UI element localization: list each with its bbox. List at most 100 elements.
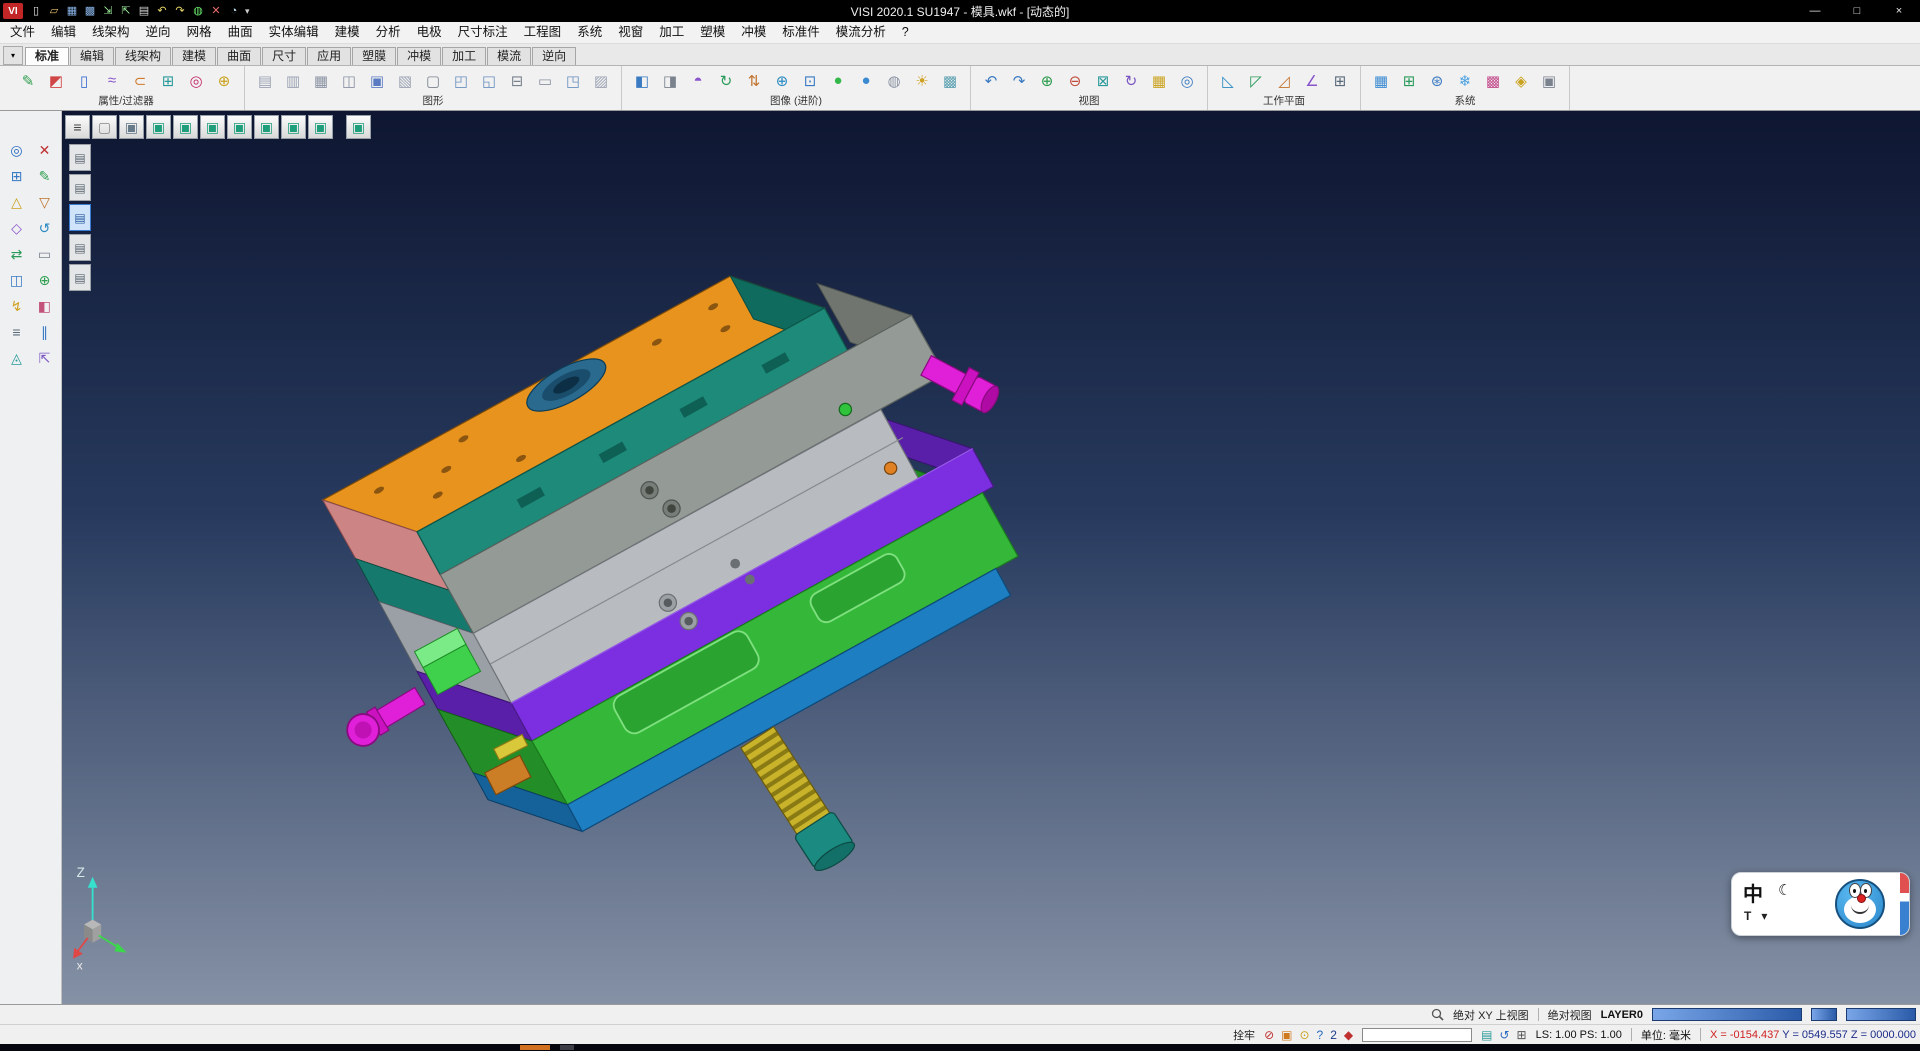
magnet-filter-icon[interactable]: ⊂ [127,68,153,94]
menu-item[interactable]: 逆向 [138,22,179,43]
tab-modeling[interactable]: 建模 [172,47,216,65]
ortho-icon[interactable]: ▣ [1281,1028,1292,1042]
tab-dropdown[interactable]: ▾ [3,46,23,65]
color-filter-icon[interactable]: ◩ [43,68,69,94]
sphere-smooth-icon[interactable]: ● [853,68,879,94]
redo-icon[interactable]: ↷ [172,3,188,19]
doc-outline-icon[interactable]: ▢ [420,68,446,94]
absolute-view-label[interactable]: 绝对视图 [1548,1007,1592,1023]
lightning-icon[interactable]: ↯ [6,295,28,317]
ungroup-icon[interactable]: ◱ [476,68,502,94]
import-icon[interactable]: ⇲ [100,3,116,19]
moon-icon[interactable]: ☾ [1778,881,1791,899]
view-wireframe-icon[interactable]: ▢ [92,115,117,139]
open-folder-icon[interactable]: ▱ [46,3,62,19]
menu-item[interactable]: 编辑 [43,22,84,43]
view-rotate-icon[interactable]: ↻ [1118,68,1144,94]
view-top-icon[interactable]: ▣ [173,115,198,139]
view-front-icon[interactable]: ▣ [200,115,225,139]
swap-icon[interactable]: ⇄ [6,243,28,265]
workplane-entity-icon[interactable]: ◿ [1271,68,1297,94]
pan-view-icon[interactable]: ⇅ [741,68,767,94]
triangle-up-icon[interactable]: △ [6,191,28,213]
menu-item[interactable]: 冲模 [733,22,774,43]
attributes-icon[interactable]: ✎ [15,68,41,94]
view-mode-label[interactable]: 绝对 XY 上视图 [1453,1007,1529,1023]
group-icon[interactable]: ◰ [448,68,474,94]
menu-item[interactable]: 文件 [2,22,43,43]
undo-rotate-icon[interactable]: ↺ [34,217,56,239]
add-filter-icon[interactable]: ⊕ [211,68,237,94]
clipboard-copy-icon[interactable]: ▤ [252,68,278,94]
view-next-icon[interactable]: ↷ [1006,68,1032,94]
list-icon[interactable]: ≡ [6,321,28,343]
tab-flow[interactable]: 模流 [487,47,531,65]
viewport-menu-icon[interactable]: ≡ [65,115,90,139]
export-icon[interactable]: ⇱ [118,3,134,19]
wireframe-mode-icon[interactable]: ◨ [657,68,683,94]
view-shaded-gray-icon[interactable]: ▣ [119,115,144,139]
settings-gear-icon[interactable]: ⊛ [1424,68,1450,94]
menu-item[interactable]: 工程图 [516,22,570,43]
workplane-rotate-icon[interactable]: ∠ [1299,68,1325,94]
info-icon[interactable]: ▣ [1536,68,1562,94]
calculator-icon[interactable]: ⊞ [1396,68,1422,94]
grid-icon[interactable]: ⊞ [6,165,28,187]
save-all-icon[interactable]: ▩ [82,3,98,19]
tab-machining[interactable]: 加工 [442,47,486,65]
grid-snap-icon[interactable]: ⊞ [155,68,181,94]
layer-filter-icon[interactable]: ▯ [71,68,97,94]
tab-wireframe[interactable]: 线架构 [115,47,171,65]
workplane-xy-icon[interactable]: ◺ [1215,68,1241,94]
menu-item[interactable]: 塑模 [692,22,733,43]
doraemon-avatar[interactable] [1835,879,1885,929]
active-layer-label[interactable]: LAYER0 [1601,1009,1643,1021]
clipboard-paste-icon[interactable]: ▥ [280,68,306,94]
shade-mode-icon[interactable]: ◧ [629,68,655,94]
ime-mode-label[interactable]: 中 [1743,878,1763,907]
snap-lock-label[interactable]: 拴牢 [1233,1027,1255,1043]
menu-item[interactable]: 模流分析 [828,22,894,43]
ime-dropdown-icon[interactable]: ▾ [1761,909,1767,923]
view-grid-icon[interactable]: ▦ [1146,68,1172,94]
zoom-in-icon[interactable]: ⊕ [1034,68,1060,94]
workplane-3pt-icon[interactable]: ◸ [1243,68,1269,94]
light-icon[interactable]: ☀ [909,68,935,94]
menu-item[interactable]: 网格 [179,22,220,43]
save-icon[interactable]: ▦ [64,3,80,19]
tab-apply[interactable]: 应用 [307,47,351,65]
menu-item[interactable]: 加工 [651,22,692,43]
key-icon[interactable]: ⊙ [1299,1028,1309,1042]
tab-standard[interactable]: 标准 [25,47,69,65]
new-file-icon[interactable]: ▯ [28,3,44,19]
sphere-shaded-icon[interactable]: ● [825,68,851,94]
search-icon[interactable] [1431,1008,1444,1021]
view-center-icon[interactable]: ◎ [1174,68,1200,94]
ime-tool-icon[interactable]: T [1744,909,1751,923]
doc-hatch-icon[interactable]: ▧ [392,68,418,94]
menu-item[interactable]: 尺寸标注 [450,22,516,43]
command-input[interactable] [1362,1028,1472,1042]
parallel-icon[interactable]: ∥ [34,321,56,343]
half-shade-icon[interactable]: ◧ [34,295,56,317]
recent-icon[interactable]: ◔ [226,3,242,19]
quick-access-dropdown[interactable]: ▾ [245,6,250,17]
zoom-out-icon[interactable]: ⊖ [1062,68,1088,94]
rect-note-icon[interactable]: ▭ [532,68,558,94]
tab-stamping[interactable]: 冲模 [397,47,441,65]
rectangle-icon[interactable]: ▭ [34,243,56,265]
corner-box-icon[interactable]: ◳ [560,68,586,94]
sketch-icon[interactable]: ✎ [34,165,56,187]
view-back-icon[interactable]: ▣ [281,115,306,139]
collapse-icon[interactable]: ⊟ [504,68,530,94]
close-button[interactable]: × [1878,0,1920,22]
clipboard-slot-2[interactable]: ▤ [69,174,91,201]
print-icon[interactable]: ▤ [136,3,152,19]
zoom-window-icon[interactable]: ⊡ [797,68,823,94]
workplane-manager-icon[interactable]: ⊞ [1327,68,1353,94]
menu-item[interactable]: 实体编辑 [261,22,327,43]
cone-icon[interactable]: ◬ [6,347,28,369]
doc-blue-icon[interactable]: ▣ [364,68,390,94]
menu-item[interactable]: 系统 [569,22,610,43]
menu-item[interactable]: 建模 [327,22,368,43]
